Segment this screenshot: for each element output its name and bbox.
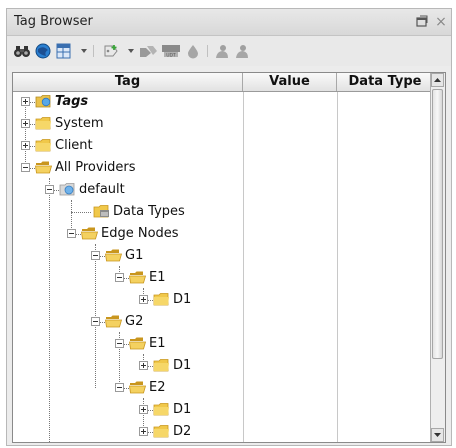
tree-node-e1[interactable]: E1 — [13, 268, 243, 288]
disabled-drop-icon — [185, 43, 201, 59]
collapse-toggle[interactable] — [91, 317, 100, 326]
expand-toggle[interactable] — [139, 295, 148, 304]
tree-node-d1[interactable]: D1 — [13, 290, 243, 310]
disabled-tag-icon — [138, 43, 158, 59]
tree-node-tags[interactable]: Tags — [13, 92, 243, 112]
folder-open-icon — [129, 380, 147, 395]
collapse-toggle[interactable] — [115, 273, 124, 282]
folder-icon — [153, 292, 170, 307]
expand-toggle[interactable] — [21, 119, 30, 128]
scrollbar-thumb[interactable] — [432, 89, 443, 359]
tag-provider-icon — [59, 182, 76, 197]
tree-node-label: D1 — [173, 292, 192, 307]
panel-title: Tag Browser — [14, 14, 93, 29]
add-tag-icon[interactable] — [102, 43, 120, 59]
tree-node-label: System — [55, 116, 104, 131]
tree-node-label: E2 — [149, 380, 166, 395]
tag-provider-folder-icon — [35, 94, 52, 109]
tree-node-default[interactable]: default — [13, 180, 243, 200]
tree-node-label: Edge Nodes — [101, 226, 179, 241]
scroll-up-button[interactable] — [431, 73, 444, 87]
tree-node-label: D1 — [173, 358, 192, 373]
tree-node-e2[interactable]: E2 — [13, 378, 243, 398]
tree-node-system[interactable]: System — [13, 114, 243, 134]
expand-toggle[interactable] — [21, 97, 30, 106]
tree-node-d2[interactable]: D2 — [13, 422, 243, 442]
expand-toggle[interactable] — [21, 141, 30, 150]
svg-text:UDT: UDT — [166, 53, 176, 59]
tree-node-label: G1 — [125, 248, 144, 263]
column-header-value[interactable]: Value — [243, 73, 337, 91]
folder-open-icon — [35, 160, 53, 175]
tree-node-label: E1 — [149, 270, 166, 285]
tree-node-label: D2 — [173, 424, 192, 439]
dropdown-arrow-icon[interactable] — [128, 49, 134, 53]
tree-node-label: Data Types — [113, 204, 185, 219]
folder-icon — [153, 424, 170, 439]
collapse-toggle[interactable] — [115, 383, 124, 392]
toolbar: UDT — [7, 36, 451, 66]
tree-node-edge-nodes[interactable]: Edge Nodes — [13, 224, 243, 244]
table-header: Tag Value Data Type — [13, 73, 433, 92]
vertical-scrollbar[interactable] — [430, 73, 445, 442]
collapse-toggle[interactable] — [21, 163, 30, 172]
tree-node-label: default — [79, 182, 125, 197]
dropdown-arrow-icon[interactable] — [81, 49, 87, 53]
tree-node-g1[interactable]: G1 — [13, 246, 243, 266]
tag-tree: Tags System Client All Providers default… — [13, 92, 243, 442]
collapse-toggle[interactable] — [91, 251, 100, 260]
folder-open-icon — [129, 270, 147, 285]
column-divider — [337, 92, 338, 442]
folder-icon — [35, 138, 52, 153]
tree-node-d1[interactable]: D1 — [13, 356, 243, 376]
folder-open-icon — [105, 314, 123, 329]
column-header-data-type[interactable]: Data Type — [337, 73, 433, 91]
expand-toggle[interactable] — [139, 427, 148, 436]
folder-icon — [153, 358, 170, 373]
tree-node-label: All Providers — [55, 160, 136, 175]
tree-node-label: D1 — [173, 402, 192, 417]
tree-node-all-providers[interactable]: All Providers — [13, 158, 243, 178]
disabled-person-icon — [214, 43, 230, 59]
collapse-toggle[interactable] — [45, 185, 54, 194]
refresh-globe-icon[interactable] — [34, 43, 52, 59]
tree-node-client[interactable]: Client — [13, 136, 243, 156]
title-bar: Tag Browser × — [7, 9, 451, 36]
binoculars-icon[interactable] — [13, 43, 31, 59]
folder-open-icon — [105, 248, 123, 263]
collapse-toggle[interactable] — [67, 229, 76, 238]
grid-icon[interactable] — [55, 43, 73, 59]
folder-icon — [153, 402, 170, 417]
disabled-person2-icon — [234, 43, 250, 59]
folder-open-icon — [81, 226, 99, 241]
tree-node-label: G2 — [125, 314, 144, 329]
toolbar-separator — [93, 45, 94, 57]
collapse-toggle[interactable] — [115, 339, 124, 348]
folder-open-icon — [129, 336, 147, 351]
restore-icon[interactable] — [415, 14, 431, 30]
toolbar-separator — [207, 45, 208, 57]
tag-browser-panel: Tag Browser × UDT Tag Value Data Type Ta… — [6, 8, 452, 446]
tree-node-data-types[interactable]: Data Types — [13, 202, 243, 222]
tree-node-g2[interactable]: G2 — [13, 312, 243, 332]
tree-node-e1[interactable]: E1 — [13, 334, 243, 354]
expand-toggle[interactable] — [139, 361, 148, 370]
tag-table: Tag Value Data Type Tags System Client A… — [12, 72, 446, 443]
udt-icon: UDT — [161, 43, 181, 59]
expand-toggle[interactable] — [139, 405, 148, 414]
close-icon[interactable]: × — [433, 14, 449, 30]
tree-node-label: E1 — [149, 336, 166, 351]
folder-icon — [35, 116, 52, 131]
scroll-down-button[interactable] — [431, 428, 444, 442]
data-types-folder-icon — [93, 204, 110, 219]
tree-node-d1[interactable]: D1 — [13, 400, 243, 420]
tree-node-label: Client — [55, 138, 93, 153]
column-divider — [243, 92, 244, 442]
tree-node-label: Tags — [55, 94, 89, 109]
column-header-tag[interactable]: Tag — [13, 73, 243, 91]
